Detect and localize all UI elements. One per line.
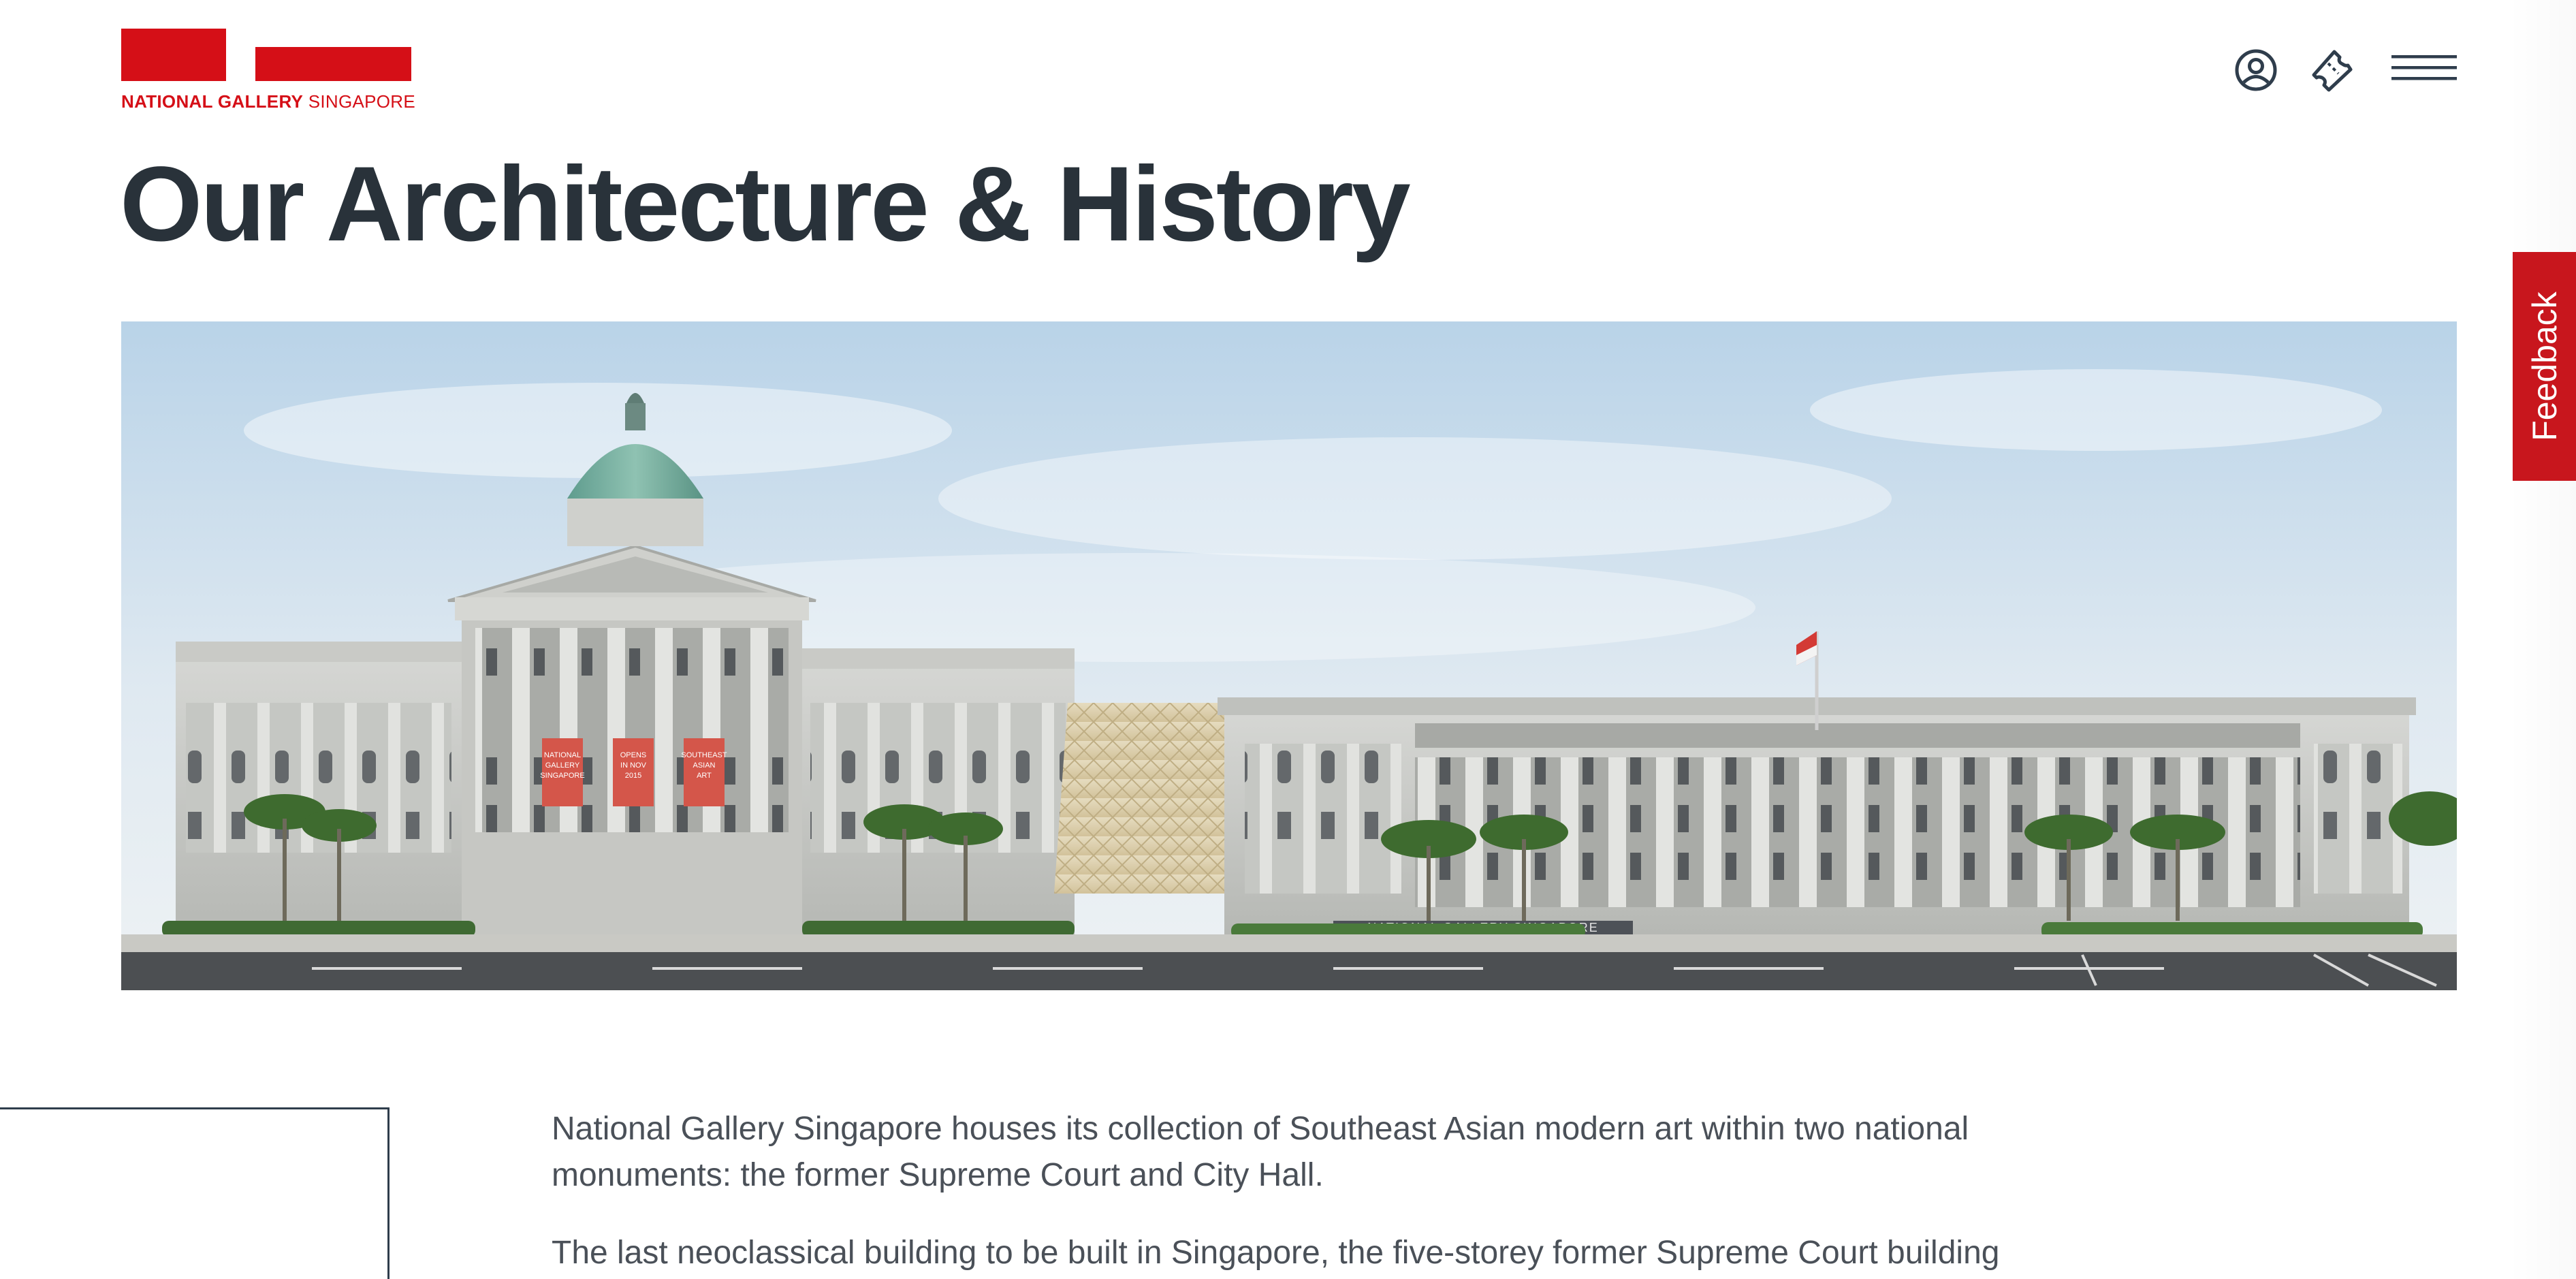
decorative-frame — [0, 1107, 389, 1279]
account-icon[interactable] — [2232, 46, 2280, 94]
intro-text: National Gallery Singapore houses its co… — [552, 1106, 2131, 1279]
logo-text: NATIONAL GALLERY SINGAPORE — [121, 91, 415, 112]
banner-text: 2015 — [625, 772, 641, 780]
hero-image: NATIONAL GALLERY SINGAPORE OPENS IN NOV … — [121, 321, 2457, 990]
banner-text: IN NOV — [620, 761, 647, 770]
banner-text: GALLERY — [545, 761, 580, 770]
feedback-tab[interactable]: Feedback — [2513, 252, 2576, 481]
page-title: Our Architecture & History — [120, 145, 1411, 264]
logo-text-bold: NATIONAL GALLERY — [121, 91, 304, 112]
banner-text: SOUTHEAST — [681, 751, 727, 759]
right-edge-shadow — [2508, 0, 2576, 1279]
intro-paragraph-2: The last neoclassical building to be bui… — [552, 1235, 2000, 1271]
logo-mark-left — [121, 29, 226, 81]
feedback-label: Feedback — [2525, 291, 2564, 441]
banner-text: SINGAPORE — [540, 772, 584, 780]
ticket-icon[interactable] — [2308, 46, 2356, 94]
page: NATIONAL GALLERY SINGAPORE Our Architect… — [0, 0, 2576, 1279]
banner-text: NATIONAL — [544, 751, 581, 759]
logo[interactable]: NATIONAL GALLERY SINGAPORE — [121, 29, 415, 114]
banner-text: ART — [697, 772, 712, 780]
logo-text-light: SINGAPORE — [303, 91, 416, 112]
banner-text: OPENS — [620, 751, 647, 759]
intro-paragraph-1: National Gallery Singapore houses its co… — [552, 1111, 1969, 1193]
logo-mark-right — [255, 47, 411, 81]
menu-icon[interactable] — [2391, 48, 2457, 89]
banner-text: ASIAN — [693, 761, 715, 770]
